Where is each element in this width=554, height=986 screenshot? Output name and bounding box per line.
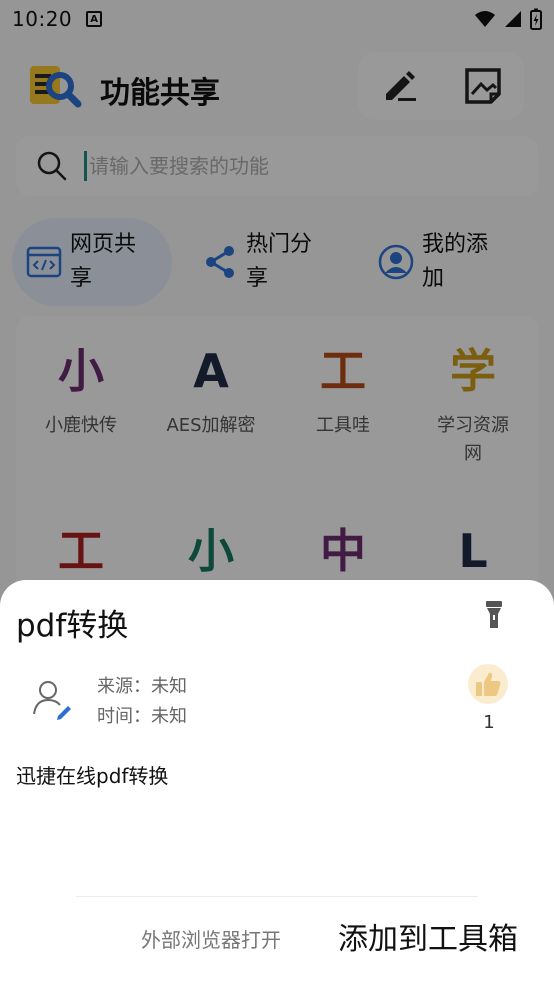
sheet-meta: 来源：未知 时间：未知 xyxy=(97,672,187,732)
add-to-toolbox-button[interactable]: 添加到工具箱 xyxy=(338,914,518,958)
time-label: 时间：未知 xyxy=(97,706,187,727)
like-count: 1 xyxy=(483,712,495,733)
thumbs-up-icon xyxy=(476,672,501,696)
sheet-description: 迅捷在线pdf转换 xyxy=(16,764,169,788)
source-label: 来源：未知 xyxy=(97,676,187,697)
like-button[interactable] xyxy=(468,664,508,704)
sheet-title: pdf转换 xyxy=(16,608,129,644)
open-external-browser-button[interactable]: 外部浏览器打开 xyxy=(141,924,281,953)
divider xyxy=(76,896,478,897)
author-avatar-icon xyxy=(33,681,71,720)
detail-bottom-sheet: pdf转换 来源：未知 时间：未知 1 迅捷在线pdf转换 外部浏览器打开 添加… xyxy=(0,580,554,986)
flashlight-icon[interactable] xyxy=(482,600,506,630)
